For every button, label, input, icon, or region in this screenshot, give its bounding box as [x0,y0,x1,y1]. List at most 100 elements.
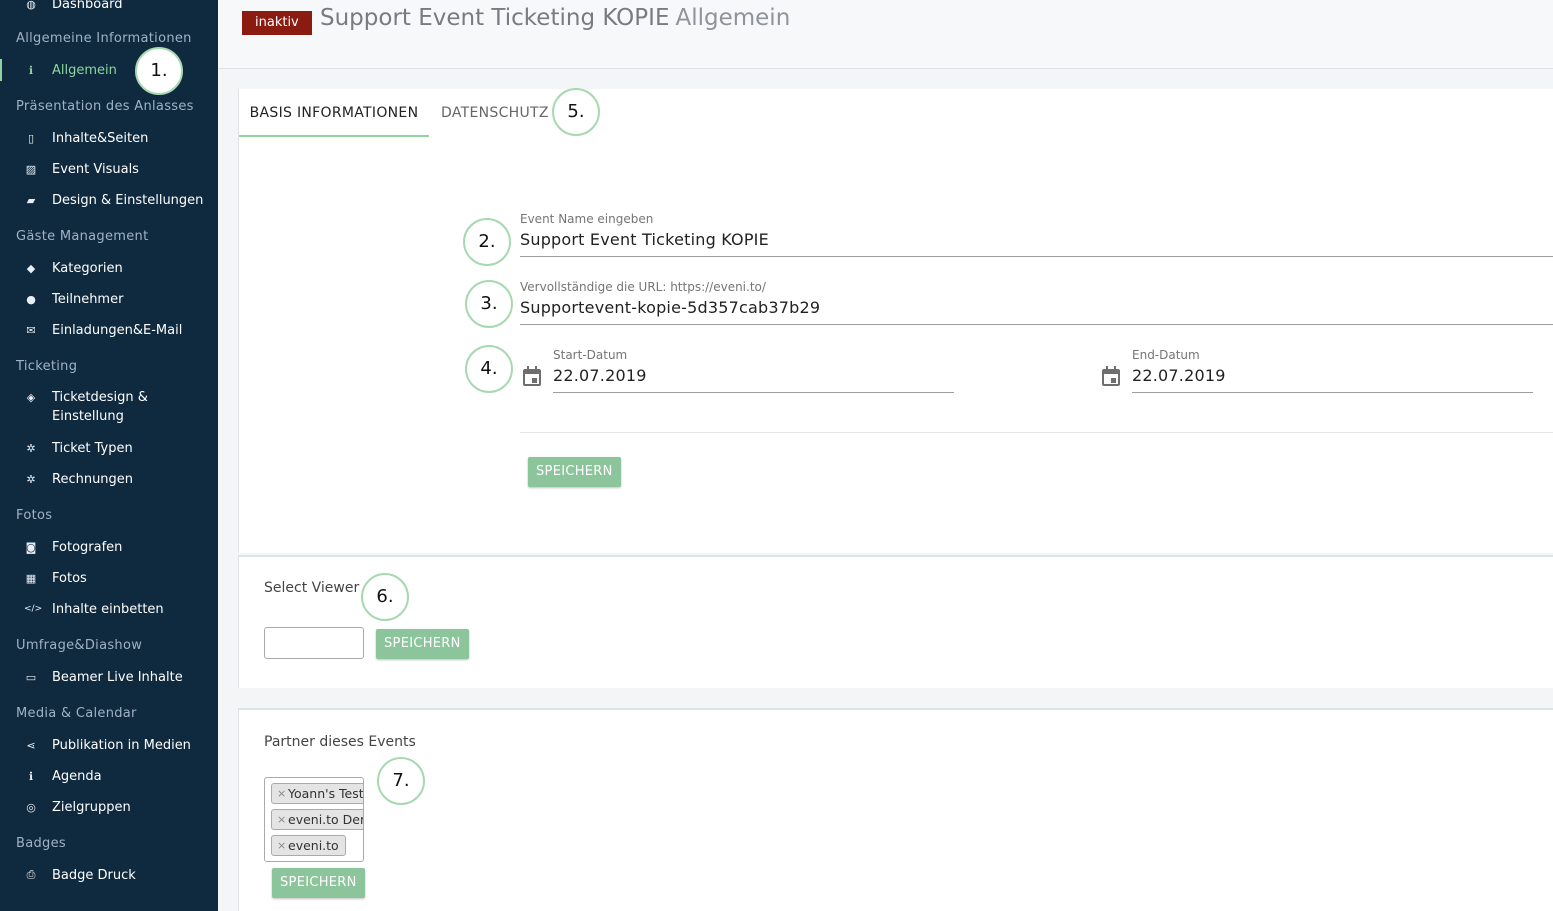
sidebar-item-label: Event Visuals [52,161,139,177]
sidebar-item-agenda[interactable]: ℹ Agenda [0,762,218,790]
sidebar-item-kategorien[interactable]: ◆ Kategorien [0,254,218,282]
event-title: Support Event Ticketing KOPIE [320,5,670,31]
select-viewer-label: Select Viewer [264,580,360,596]
sidebar: ◍ Dashboard Allgemeine Informationen ℹ A… [0,0,218,911]
chip-label: Yoann's Test [288,786,364,801]
sidebar-item-einladungen-email[interactable]: ✉ Einladungen&E-Mail [0,316,218,344]
end-date-field[interactable]: 22.07.2019 [1132,366,1226,385]
tab-datenschutz[interactable]: DATENSCHUTZ [441,89,549,137]
sidebar-item-inhalte-seiten[interactable]: ▯ Inhalte&Seiten [0,124,218,152]
annotation-marker: 3. [465,280,513,328]
dashboard-icon: ◍ [26,0,36,11]
sidebar-item-label: Design & Einstellungen [52,192,204,208]
sidebar-item-label: Inhalte&Seiten [52,130,149,146]
sidebar-item-design-einstellungen[interactable]: ▰ Design & Einstellungen [0,186,218,214]
sidebar-item-label: Fotos [52,570,87,586]
annotation-marker: 1. [135,47,183,95]
save-button[interactable]: SPEICHERN [528,457,621,487]
event-name-underline [520,256,1553,257]
camera-icon: ◙ [25,540,37,554]
form-divider [520,432,1553,433]
sidebar-item-label: Ticket Typen [52,440,133,456]
sidebar-item-label: Kategorien [52,260,123,276]
tab-basis-informationen[interactable]: BASIS INFORMATIONEN [239,89,429,137]
cogs-icon: ✲ [26,441,36,455]
partner-save-button[interactable]: SPEICHERN [272,868,365,898]
code-icon: </> [24,604,43,614]
basis-informationen-card: BASIS INFORMATIONEN DATENSCHUTZ Event Na… [238,89,1553,553]
sidebar-item-label: Einladungen&E-Mail [52,322,183,338]
partner-chip[interactable]: × eveni.to [271,835,346,856]
sidebar-section-fotos: Fotos [16,508,53,523]
chip-remove-icon[interactable]: × [277,810,286,829]
sidebar-item-beamer-live-inhalte[interactable]: ▭ Beamer Live Inhalte [0,663,218,691]
film-icon: ▦ [25,571,37,585]
end-date-underline [1132,392,1533,393]
partner-chip[interactable]: × eveni.to Der [271,809,364,830]
share-icon: ⋖ [26,738,36,752]
chip-remove-icon[interactable]: × [277,836,286,855]
sidebar-item-label: Agenda [52,768,102,784]
sidebar-item-label: Rechnungen [52,471,134,487]
start-date-field[interactable]: 22.07.2019 [553,366,647,385]
sidebar-item-publikation-in-medien[interactable]: ⋖ Publikation in Medien [0,731,218,759]
sidebar-item-label: Beamer Live Inhalte [52,669,183,685]
target-icon: ◎ [26,800,36,814]
file-icon: ▯ [27,131,35,145]
sidebar-item-rechnungen[interactable]: ✲ Rechnungen [0,465,218,493]
sidebar-item-inhalte-einbetten[interactable]: </> Inhalte einbetten [0,595,218,623]
end-date-label: End-Datum [1132,348,1200,362]
sidebar-item-ticket-typen[interactable]: ✲ Ticket Typen [0,434,218,462]
desktop-icon: ▭ [25,670,37,684]
partner-multiselect[interactable]: × Yoann's Test × eveni.to Der × eveni.to [264,777,364,862]
sidebar-item-allgemein[interactable]: ℹ Allgemein [0,56,218,84]
users-icon: ● [26,292,36,306]
annotation-marker: 7. [377,757,425,805]
sidebar-section-gaeste-management: Gäste Management [16,229,149,244]
sidebar-item-fotografen[interactable]: ◙ Fotografen [0,533,218,561]
print-icon: ⎙ [26,868,36,881]
chip-label: eveni.to [288,838,339,853]
sidebar-item-event-visuals[interactable]: ▨ Event Visuals [0,155,218,183]
url-field[interactable]: Supportevent-kopie-5d357cab37b29 [520,298,820,317]
calendar-icon[interactable] [522,365,542,387]
cogs-icon: ✲ [26,472,36,486]
sidebar-item-ticketdesign[interactable]: ◈ Ticketdesign & Einstellung [0,388,218,428]
sidebar-section-ticketing: Ticketing [16,359,78,374]
sidebar-section-badges: Badges [16,836,66,851]
info-icon: ℹ [28,63,34,77]
sidebar-item-label: Teilnehmer [52,291,124,307]
viewer-save-button[interactable]: SPEICHERN [376,629,469,659]
select-viewer-card: Select Viewer SPEICHERN [238,555,1553,688]
calendar-icon[interactable] [1101,365,1121,387]
tags-icon: ◆ [26,261,36,275]
book-icon: ▰ [26,193,36,207]
sidebar-section-praesentation: Präsentation des Anlasses [16,99,194,114]
sidebar-section-allgemeine-informationen: Allgemeine Informationen [16,31,192,46]
chip-label: eveni.to Der [288,812,364,827]
sidebar-item-zielgruppen[interactable]: ◎ Zielgruppen [0,793,218,821]
page-title: Support Event Ticketing KOPIE Allgemein [320,5,790,31]
sidebar-item-label: Publikation in Medien [52,737,191,753]
sidebar-item-label: Allgemein [52,62,117,78]
chip-remove-icon[interactable]: × [277,784,286,803]
sidebar-item-dashboard[interactable]: ◍ Dashboard [0,0,218,18]
page-subtitle: Allgemein [675,5,791,31]
partner-label: Partner dieses Events [264,734,416,750]
partner-chip[interactable]: × Yoann's Test [271,783,364,804]
sidebar-section-umfrage-diashow: Umfrage&Diashow [16,638,143,653]
sidebar-item-fotos[interactable]: ▦ Fotos [0,564,218,592]
event-name-label: Event Name eingeben [520,212,654,226]
page-header: inaktiv Support Event Ticketing KOPIE All… [218,0,1553,69]
event-name-field[interactable]: Support Event Ticketing KOPIE [520,230,769,249]
sidebar-item-label: Inhalte einbetten [52,601,164,617]
sidebar-item-label: Dashboard [52,0,123,12]
sidebar-item-teilnehmer[interactable]: ● Teilnehmer [0,285,218,313]
start-date-underline [553,392,954,393]
status-badge: inaktiv [242,11,312,35]
partner-card: Partner dieses Events × Yoann's Test × eve… [238,708,1553,911]
sidebar-item-badge-druck[interactable]: ⎙ Badge Druck [0,861,218,889]
sidebar-item-label: Badge Druck [52,867,136,883]
url-label: Vervollständige die URL: https://eveni.t… [520,280,766,294]
select-viewer-input[interactable] [264,627,364,659]
